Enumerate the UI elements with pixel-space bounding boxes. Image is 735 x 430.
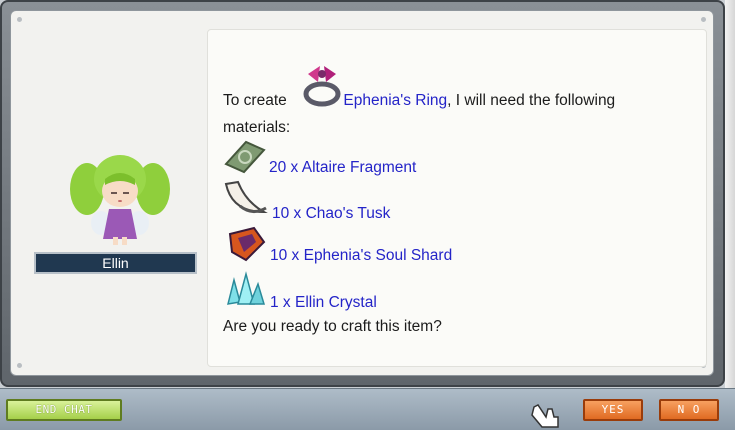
npc-name-label: Ellin [34,252,197,274]
hand-cursor-icon [531,404,559,428]
corner-rivet [701,17,706,22]
background-window-edge [725,0,735,388]
end-chat-button[interactable]: END CHAT [6,399,122,421]
material-item[interactable]: 10 x Ephenia's Soul Shard [270,247,452,265]
dialog-prefix: To create [223,92,287,109]
material-item[interactable]: 20 x Altaire Fragment [269,159,416,177]
npc-portrait-icon [70,155,170,245]
no-button[interactable]: N O [659,399,719,421]
chaos-tusk-icon [224,180,268,214]
target-item-link[interactable]: Ephenia's Ring [343,92,447,109]
altaire-fragment-icon [224,140,266,174]
material-item[interactable]: 10 x Chao's Tusk [272,205,390,223]
craft-question: Are you ready to craft this item? [223,318,442,335]
ellin-crystal-icon [226,271,266,305]
dialog-line-2: materials: [223,119,291,136]
soul-shard-icon [228,226,266,262]
dialog-bottom-bar: END CHAT YES N O [0,388,735,430]
dialog-text-panel [207,29,707,367]
dialog-suffix: , I will need the following [447,92,616,109]
npc-portrait-panel: Ellin [21,21,204,367]
dialog-line-1: To create Ephenia's Ring, I will need th… [223,92,615,110]
yes-button[interactable]: YES [583,399,643,421]
material-item[interactable]: 1 x Ellin Crystal [270,294,377,312]
